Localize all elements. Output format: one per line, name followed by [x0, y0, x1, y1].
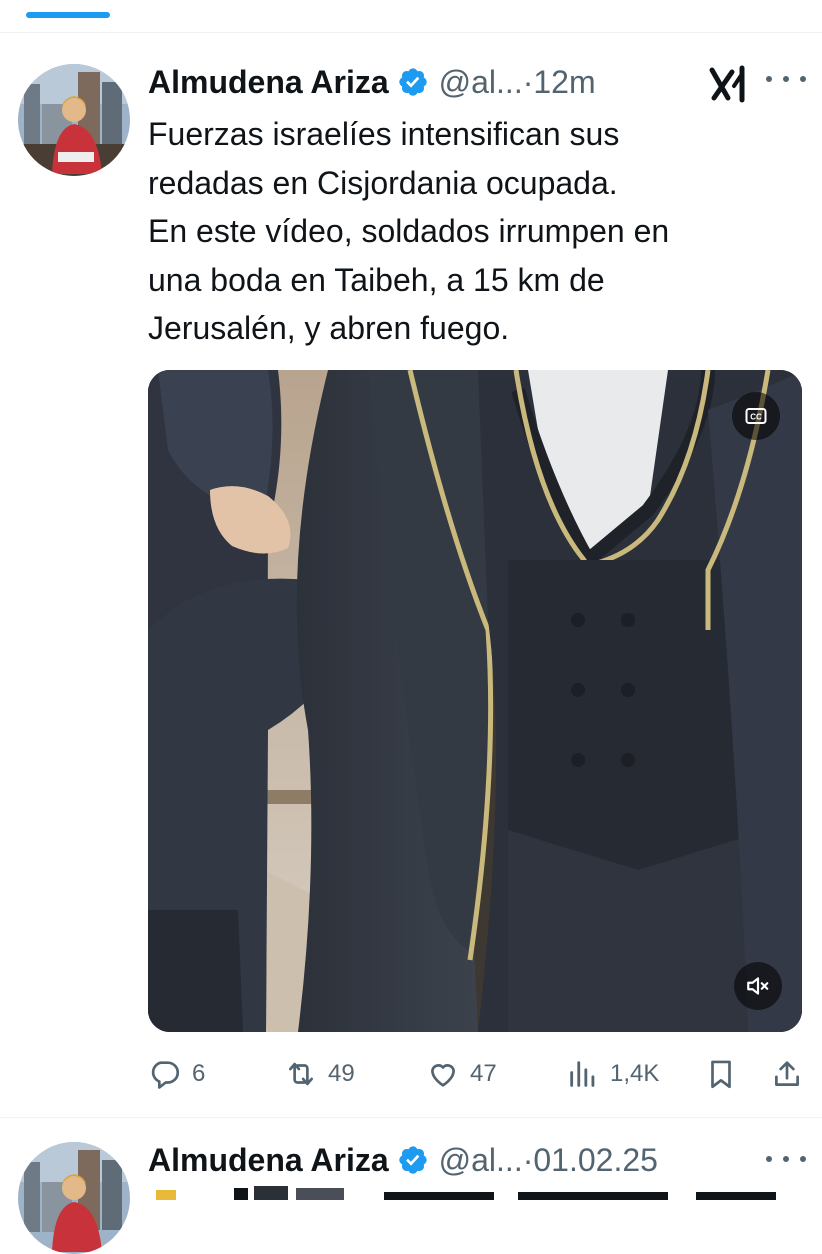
retweet-count: 49 [328, 1060, 355, 1087]
reply-button[interactable]: 6 [148, 1052, 205, 1096]
grok-icon[interactable] [708, 64, 752, 104]
author-handle[interactable]: @al... [439, 1142, 523, 1179]
bookmark-icon [711, 1060, 731, 1089]
tweet-divider [0, 1117, 822, 1118]
reply-count: 6 [192, 1060, 206, 1087]
like-count: 47 [470, 1060, 497, 1087]
closed-captions-button[interactable]: CC [732, 392, 780, 440]
avatar-photo [18, 64, 130, 176]
views-icon [570, 1061, 595, 1087]
more-icon[interactable] [766, 1144, 806, 1174]
tweet-video[interactable]: CC [148, 370, 802, 1032]
avatar-photo [18, 1142, 130, 1254]
tweet-timestamp[interactable]: ·12m [523, 64, 596, 101]
like-button[interactable]: 47 [426, 1052, 497, 1096]
heart-icon [431, 1064, 455, 1087]
tweet-text: Fuerzas israelíes intensifican sus redad… [148, 116, 670, 346]
muted-speaker-icon [747, 977, 769, 995]
active-tab-indicator [26, 12, 110, 18]
verified-badge-icon [397, 1144, 429, 1176]
author-handle[interactable]: @al... [439, 64, 523, 101]
tweet-text-cut-off [148, 1186, 808, 1200]
top-divider [0, 32, 822, 33]
share-icon [775, 1061, 799, 1086]
reply-icon [151, 1061, 180, 1089]
author-avatar[interactable] [18, 1142, 130, 1254]
author-name[interactable]: Almudena Ariza [148, 1142, 389, 1179]
verified-badge-icon [397, 66, 429, 98]
bookmark-button[interactable] [704, 1052, 738, 1096]
tweet-header: Almudena Ariza @al... ·01.02.25 [148, 1140, 658, 1180]
svg-text:CC: CC [750, 413, 762, 422]
views-button[interactable]: 1,4K [566, 1052, 659, 1096]
video-frame [148, 370, 802, 1032]
retweet-button[interactable]: 49 [284, 1052, 355, 1096]
tweet-header: Almudena Ariza @al... ·12m [148, 62, 596, 102]
mute-toggle-button[interactable] [734, 962, 782, 1010]
author-avatar[interactable] [18, 64, 130, 176]
tweet-timestamp[interactable]: ·01.02.25 [523, 1142, 658, 1179]
retweet-icon [289, 1062, 313, 1086]
author-name[interactable]: Almudena Ariza [148, 64, 389, 101]
tweet-actions: 6 49 47 1,4K [148, 1052, 808, 1096]
closed-captions-icon: CC [745, 408, 767, 424]
view-count: 1,4K [610, 1060, 660, 1087]
share-button[interactable] [770, 1052, 804, 1096]
clipped-content [156, 1186, 776, 1200]
more-icon[interactable] [766, 64, 806, 94]
